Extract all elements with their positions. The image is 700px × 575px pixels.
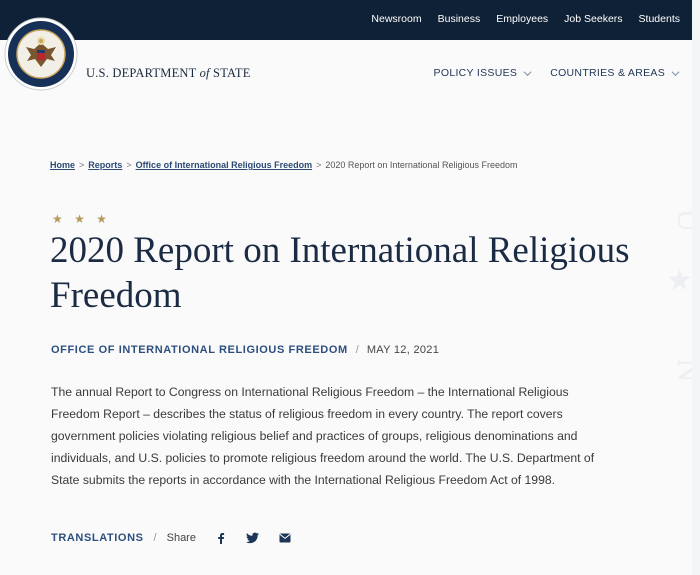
breadcrumb-reports[interactable]: Reports xyxy=(88,160,122,170)
dept-title-suffix: STATE xyxy=(213,66,251,80)
article-meta: OFFICE OF INTERNATIONAL RELIGIOUS FREEDO… xyxy=(51,344,439,356)
breadcrumb: Home > Reports > Office of International… xyxy=(50,160,517,170)
share-bar: TRANSLATIONS / Share xyxy=(51,531,292,545)
page-title: 2020 Report on International Religious F… xyxy=(50,230,630,316)
share-label: Share xyxy=(166,532,196,544)
facebook-icon[interactable] xyxy=(214,531,228,545)
report-description: The annual Report to Congress on Interna… xyxy=(51,385,595,487)
chevron-down-icon xyxy=(671,70,680,76)
share-separator: / xyxy=(153,532,157,544)
utility-nav: Newsroom Business Employees Job Seekers … xyxy=(371,13,680,25)
svg-text:N: N xyxy=(670,358,692,383)
breadcrumb-separator: > xyxy=(126,160,132,170)
nav-policy-issues-label: POLICY ISSUES xyxy=(433,67,518,79)
breadcrumb-current: 2020 Report on International Religious F… xyxy=(325,160,518,170)
nav-countries-areas-label: COUNTRIES & AREAS xyxy=(550,67,665,79)
department-title[interactable]: U.S. DEPARTMENT of STATE xyxy=(86,66,251,81)
nav-link-employees[interactable]: Employees xyxy=(496,13,548,25)
nav-policy-issues[interactable]: POLICY ISSUES xyxy=(434,67,533,79)
twitter-icon[interactable] xyxy=(246,531,260,545)
breadcrumb-separator: > xyxy=(79,160,85,170)
translations-link[interactable]: TRANSLATIONS xyxy=(51,532,144,544)
meta-separator: / xyxy=(355,344,359,356)
office-link[interactable]: OFFICE OF INTERNATIONAL RELIGIOUS FREEDO… xyxy=(51,344,348,356)
nav-link-business[interactable]: Business xyxy=(438,13,481,25)
top-utility-bar: Newsroom Business Employees Job Seekers … xyxy=(0,0,692,40)
publish-date: MAY 12, 2021 xyxy=(366,344,440,356)
nav-link-students[interactable]: Students xyxy=(639,13,680,25)
breadcrumb-office[interactable]: Office of International Religious Freedo… xyxy=(136,160,313,170)
main-nav: POLICY ISSUES COUNTRIES & AREAS xyxy=(434,67,680,79)
nav-link-job-seekers[interactable]: Job Seekers xyxy=(564,13,622,25)
page: U ★ N Newsroom Business Employees Job Se… xyxy=(0,0,692,575)
breadcrumb-separator: > xyxy=(316,160,322,170)
nav-countries-areas[interactable]: COUNTRIES & AREAS xyxy=(550,67,680,79)
dept-title-of: of xyxy=(199,66,210,80)
dept-title-prefix: U.S. DEPARTMENT xyxy=(86,66,197,80)
department-seal-logo[interactable] xyxy=(4,17,78,91)
svg-text:U: U xyxy=(670,208,692,233)
breadcrumb-home[interactable]: Home xyxy=(50,160,75,170)
email-icon[interactable] xyxy=(278,531,292,545)
decorative-stars: ★ ★ ★ xyxy=(52,212,111,226)
nav-link-newsroom[interactable]: Newsroom xyxy=(371,13,421,25)
chevron-down-icon xyxy=(523,70,532,76)
